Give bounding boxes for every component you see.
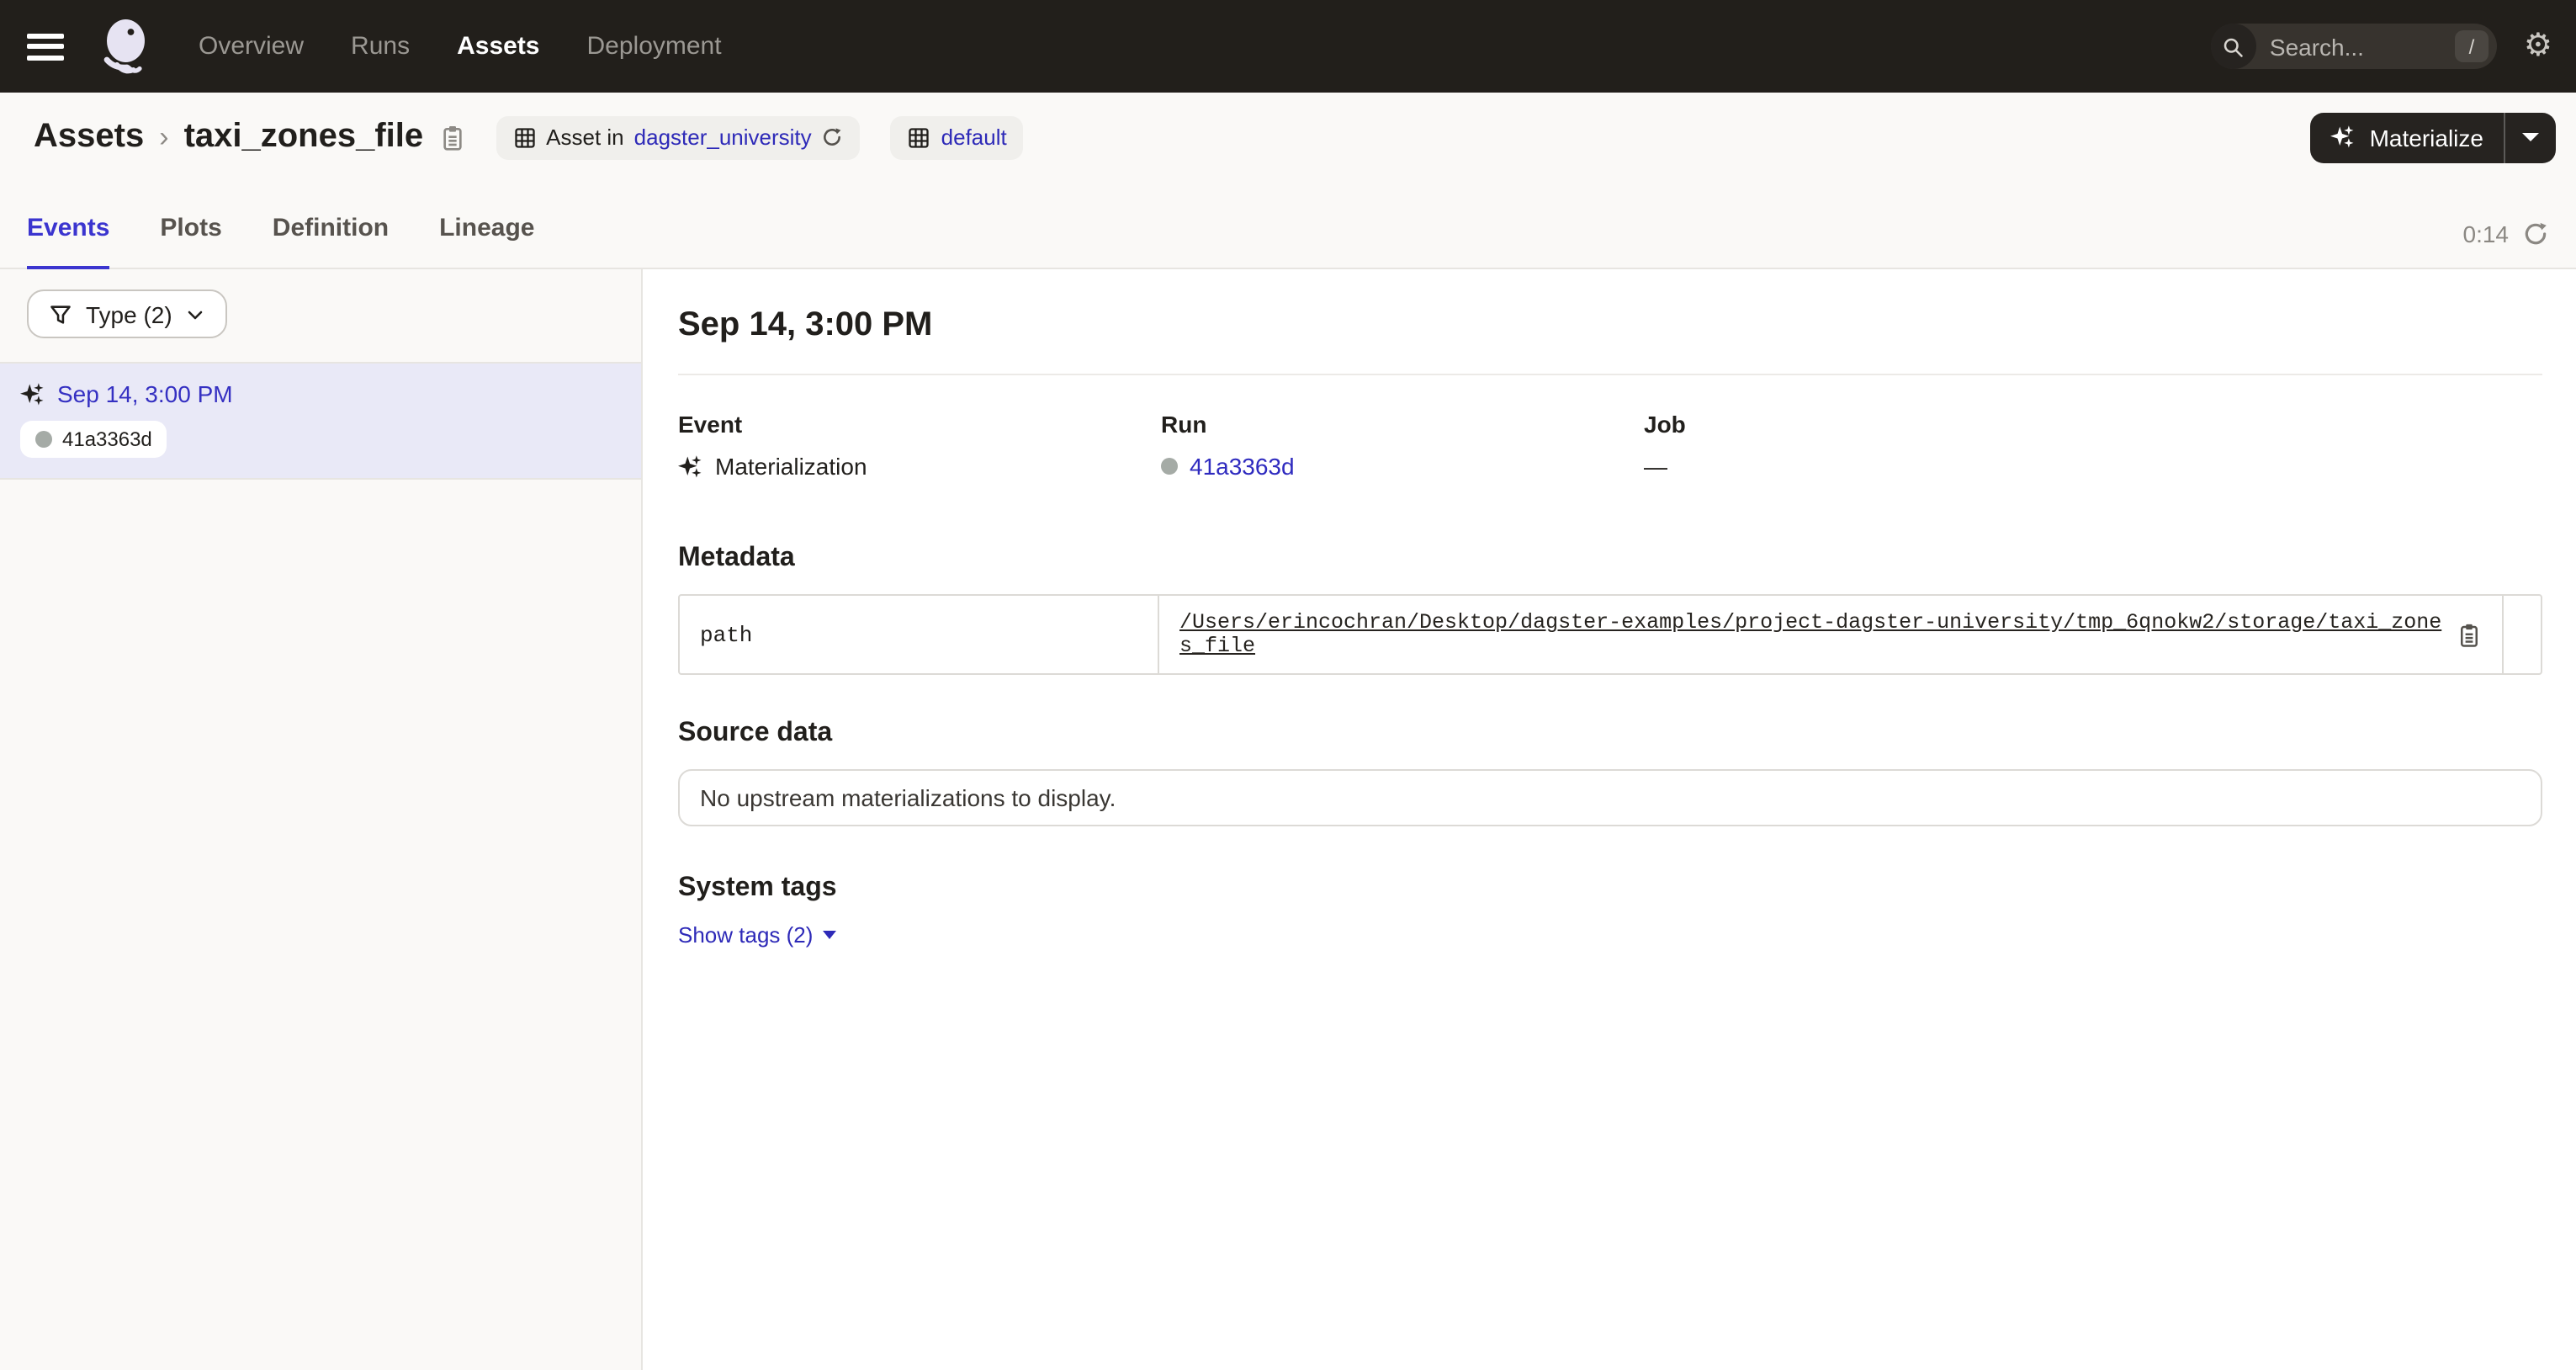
hamburger-menu-icon[interactable] xyxy=(27,33,64,60)
dagster-app: Overview Runs Assets Deployment Search..… xyxy=(0,0,2576,1370)
asset-in-prefix: Asset in xyxy=(546,125,624,150)
search-icon xyxy=(2211,24,2256,69)
materialization-sparkle-icon xyxy=(20,381,45,406)
run-id-link[interactable]: 41a3363d xyxy=(1190,453,1295,480)
type-filter-label: Type (2) xyxy=(86,300,172,327)
run-column-value: 41a3363d xyxy=(1161,453,1644,480)
source-data-empty-box: No upstream materializations to display. xyxy=(678,769,2542,826)
breadcrumb-assets-link[interactable]: Assets xyxy=(34,118,144,157)
tab-definition[interactable]: Definition xyxy=(273,214,389,269)
funnel-icon xyxy=(49,302,72,326)
materialize-dropdown-button[interactable] xyxy=(2505,112,2556,162)
run-status-dot xyxy=(35,431,52,448)
tab-events[interactable]: Events xyxy=(27,214,109,269)
settings-gear-icon[interactable]: ⚙ xyxy=(2524,30,2552,62)
metadata-value-cell: /Users/erincochran/Desktop/dagster-examp… xyxy=(1159,596,2504,673)
breadcrumb-separator: › xyxy=(159,120,168,154)
nav-item-deployment[interactable]: Deployment xyxy=(587,32,722,61)
event-summary-columns: Event Materialization Run 41a3363d Job xyxy=(678,411,2542,480)
group-link[interactable]: default xyxy=(941,125,1007,150)
system-tags-heading: System tags xyxy=(678,874,2542,904)
grid-icon xyxy=(908,125,931,149)
metadata-path-link[interactable]: /Users/erincochran/Desktop/dagster-examp… xyxy=(1179,611,2443,658)
caret-down-icon xyxy=(2522,133,2539,141)
nav-item-overview[interactable]: Overview xyxy=(199,32,304,61)
metadata-heading: Metadata xyxy=(678,544,2542,574)
source-data-section: Source data No upstream materializations… xyxy=(678,719,2542,826)
sparkle-icon xyxy=(2331,125,2356,150)
code-location-badge: Asset in dagster_university xyxy=(496,115,861,159)
reload-location-icon[interactable] xyxy=(822,126,844,148)
metadata-key-cell: path xyxy=(680,596,1159,673)
run-column: Run 41a3363d xyxy=(1161,411,1644,480)
materialize-label: Materialize xyxy=(2370,124,2483,151)
refresh-countdown: 0:14 xyxy=(2463,220,2550,268)
asset-tabs: Events Plots Definition Lineage 0:14 xyxy=(0,182,2576,269)
triangle-down-icon xyxy=(823,931,836,939)
event-list-item-selected[interactable]: Sep 14, 3:00 PM 41a3363d xyxy=(0,362,641,480)
refresh-icon[interactable] xyxy=(2522,220,2549,247)
group-badge: default xyxy=(891,115,1024,159)
metadata-section: Metadata path /Users/erincochran/Desktop… xyxy=(678,544,2542,675)
code-location-link[interactable]: dagster_university xyxy=(634,125,812,150)
countdown-value: 0:14 xyxy=(2463,220,2510,247)
events-sidebar: Type (2) Sep 14, 3:00 PM 41a3363d xyxy=(0,269,643,1370)
heading-divider xyxy=(678,374,2542,375)
event-run-tag[interactable]: 41a3363d xyxy=(20,421,167,458)
asset-header-row: Assets › taxi_zones_file Asset in dagste… xyxy=(0,93,2576,182)
table-icon xyxy=(512,125,536,149)
filter-area: Type (2) xyxy=(0,269,641,362)
search-placeholder: Search... xyxy=(2270,33,2455,60)
event-detail-pane: Sep 14, 3:00 PM Event Materialization Ru… xyxy=(643,269,2576,1370)
job-column-label: Job xyxy=(1644,411,2127,438)
materialize-button-group: Materialize xyxy=(2311,112,2556,162)
dagster-logo-icon[interactable] xyxy=(94,16,155,77)
tab-lineage[interactable]: Lineage xyxy=(439,214,534,269)
materialization-sparkle-icon xyxy=(678,454,703,479)
breadcrumb-asset-name: taxi_zones_file xyxy=(184,118,424,157)
show-tags-toggle[interactable]: Show tags (2) xyxy=(678,922,836,948)
event-type-text: Materialization xyxy=(715,453,867,480)
run-column-label: Run xyxy=(1161,411,1644,438)
copy-path-icon[interactable] xyxy=(2457,622,2482,647)
event-column-value: Materialization xyxy=(678,453,1161,480)
chevron-down-icon xyxy=(186,304,206,324)
metadata-table: path /Users/erincochran/Desktop/dagster-… xyxy=(678,594,2542,675)
job-column: Job — xyxy=(1644,411,2127,480)
copy-asset-name-icon[interactable] xyxy=(438,124,465,151)
show-tags-label: Show tags (2) xyxy=(678,922,813,948)
source-data-empty-message: No upstream materializations to display. xyxy=(700,784,1116,811)
search-shortcut-key: / xyxy=(2455,30,2489,62)
job-column-value: — xyxy=(1644,453,2127,480)
event-timestamp-line: Sep 14, 3:00 PM xyxy=(20,380,621,407)
run-status-dot xyxy=(1161,458,1178,475)
nav-item-runs[interactable]: Runs xyxy=(351,32,410,61)
event-column: Event Materialization xyxy=(678,411,1161,480)
top-nav-bar: Overview Runs Assets Deployment Search..… xyxy=(0,0,2576,93)
tab-plots[interactable]: Plots xyxy=(160,214,221,269)
primary-nav: Overview Runs Assets Deployment xyxy=(199,32,722,61)
event-timestamp-link[interactable]: Sep 14, 3:00 PM xyxy=(57,380,233,407)
type-filter-button[interactable]: Type (2) xyxy=(27,289,228,338)
nav-item-assets[interactable]: Assets xyxy=(457,32,539,61)
event-run-id: 41a3363d xyxy=(62,427,152,451)
source-data-heading: Source data xyxy=(678,719,2542,749)
materialize-button[interactable]: Materialize xyxy=(2311,112,2504,162)
system-tags-section: System tags Show tags (2) xyxy=(678,874,2542,951)
metadata-end-cell xyxy=(2504,596,2541,673)
job-empty-value: — xyxy=(1644,453,1667,480)
event-detail-heading: Sep 14, 3:00 PM xyxy=(678,306,2542,345)
search-input[interactable]: Search... / xyxy=(2211,24,2497,69)
event-column-label: Event xyxy=(678,411,1161,438)
events-page-body: Type (2) Sep 14, 3:00 PM 41a3363d Sep 14… xyxy=(0,269,2576,1370)
